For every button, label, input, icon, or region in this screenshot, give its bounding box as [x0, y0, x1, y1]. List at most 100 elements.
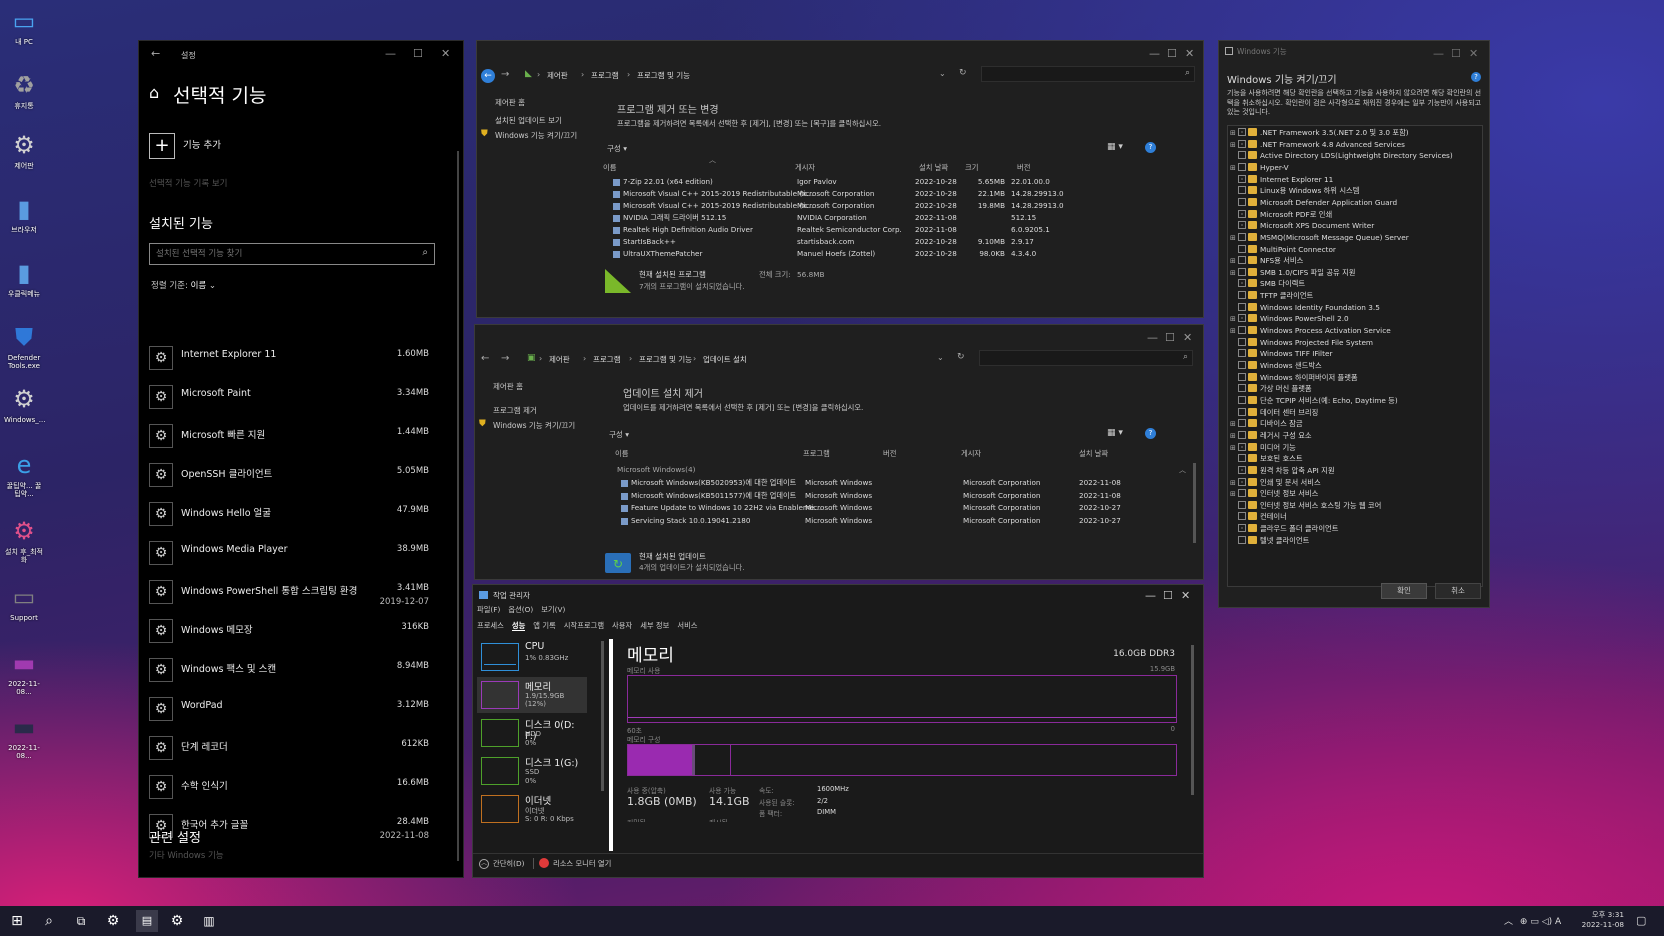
installed-feature-item[interactable]: ⚙ WordPad 3.12MB — [149, 692, 429, 726]
desktop-shortcut[interactable]: ⛊ Defender Tools.exe — [4, 322, 44, 370]
feature-checkbox[interactable] — [1238, 489, 1246, 498]
collapse-group-icon[interactable]: ︿ — [1179, 465, 1186, 475]
feature-item[interactable]: SMB 다이렉트 — [1230, 279, 1305, 290]
ime-indicator[interactable]: A — [1555, 917, 1561, 927]
expand-icon[interactable]: ⊞ — [1230, 141, 1238, 149]
control-panel-taskbar-icon[interactable]: ▤ — [136, 910, 158, 932]
expand-icon[interactable]: ⊞ — [1230, 257, 1238, 265]
feature-item[interactable]: Windows TIFF IFilter — [1230, 349, 1332, 360]
search-box[interactable]: ⌕ — [981, 66, 1195, 82]
feature-item[interactable]: ⊞ MSMQ(Microsoft Message Queue) Server — [1230, 232, 1409, 244]
feature-checkbox[interactable] — [1238, 186, 1246, 195]
feature-item[interactable]: 클라우드 폴더 클라이언트 — [1230, 524, 1338, 535]
feature-item[interactable]: 단순 TCPIP 서비스(예: Echo, Daytime 등) — [1230, 395, 1398, 407]
related-link[interactable]: 기타 Windows 기능 — [149, 849, 224, 861]
feature-checkbox[interactable] — [1238, 430, 1246, 439]
notification-icon[interactable]: ▢ — [1636, 914, 1646, 927]
feature-item[interactable]: Microsoft PDF로 인쇄 — [1230, 209, 1332, 221]
maximize-button[interactable]: ☐ — [413, 47, 423, 60]
feature-checkbox[interactable] — [1238, 524, 1246, 533]
feature-item[interactable]: Microsoft XPS Document Writer — [1230, 221, 1374, 232]
feature-checkbox[interactable] — [1238, 302, 1246, 311]
update-row[interactable]: Servicing Stack 10.0.19041.2180 Microsoft… — [621, 516, 1191, 528]
settings-gear-icon[interactable]: ⚙ — [104, 912, 122, 930]
feature-checkbox[interactable] — [1238, 174, 1246, 183]
tab[interactable]: 세부 정보 — [640, 621, 669, 630]
tab[interactable]: 프로세스 — [477, 621, 504, 630]
feature-checkbox[interactable] — [1238, 162, 1246, 171]
sidebar-view-updates[interactable]: 설치된 업데이트 보기 — [495, 115, 562, 126]
program-row[interactable]: NVIDIA 그래픽 드라이버 512.15 NVIDIA Corporation… — [613, 213, 1193, 225]
search-icon[interactable]: ⌕ — [40, 912, 58, 930]
update-row[interactable]: Feature Update to Windows 10 22H2 via En… — [621, 503, 1191, 515]
feature-checkbox[interactable] — [1238, 151, 1246, 160]
close-button[interactable]: ✕ — [1181, 589, 1190, 602]
program-row[interactable]: 7-Zip 22.01 (x64 edition) Igor Pavlov 2022… — [613, 177, 1193, 189]
installed-feature-item[interactable]: ⚙ 수학 인식기 16.6MB — [149, 770, 429, 804]
feature-checkbox[interactable] — [1238, 395, 1246, 404]
refresh-icon[interactable]: ↻ — [957, 352, 965, 362]
display-icon[interactable]: ▭ — [1530, 917, 1539, 927]
update-row[interactable]: Microsoft Windows(KB5011577)에 대한 업데이트 Mic… — [621, 491, 1191, 503]
column-header[interactable]: 버전 — [1017, 163, 1030, 173]
back-button[interactable]: ← — [481, 69, 495, 83]
installed-feature-item[interactable]: ⚙ Windows Media Player 38.9MB — [149, 536, 429, 570]
maximize-button[interactable]: ☐ — [1165, 331, 1175, 344]
address-bar[interactable]: ◣ › 제어판 › 프로그램 › 프로그램 및 기능 — [525, 69, 945, 83]
feature-item[interactable]: Internet Explorer 11 — [1230, 174, 1333, 186]
feature-checkbox[interactable] — [1238, 454, 1246, 463]
feature-item[interactable]: ⊞ SMB 1.0/CIFS 파일 공유 지원 — [1230, 267, 1356, 279]
back-icon[interactable]: ← — [151, 47, 160, 60]
feature-item[interactable]: ⊞ NFS용 서비스 — [1230, 256, 1303, 267]
column-header[interactable]: 이름 — [615, 449, 628, 459]
show-hidden-icons-icon[interactable]: ︿ — [1504, 917, 1513, 927]
program-row[interactable]: Realtek High Definition Audio Driver Real… — [613, 225, 1193, 237]
close-button[interactable]: ✕ — [1185, 47, 1194, 60]
program-row[interactable]: Microsoft Visual C++ 2015-2019 Redistrib… — [613, 201, 1193, 213]
feature-item[interactable]: ⊞ 인쇄 및 문서 서비스 — [1230, 477, 1321, 489]
feature-item[interactable]: MultiPoint Connector — [1230, 244, 1336, 256]
feature-checkbox[interactable] — [1238, 291, 1246, 300]
maximize-button[interactable]: ☐ — [1163, 589, 1173, 602]
feature-checkbox[interactable] — [1238, 419, 1246, 428]
installed-feature-item[interactable]: ⚙ Microsoft Paint 3.34MB — [149, 380, 429, 414]
feature-item[interactable]: ⊞ Windows PowerShell 2.0 — [1230, 314, 1349, 325]
minimize-button[interactable]: — — [1149, 47, 1160, 60]
desktop-shortcut[interactable]: ▭ Support — [4, 582, 44, 622]
feature-checkbox[interactable] — [1238, 221, 1246, 230]
breadcrumb-programs[interactable]: 프로그램 — [593, 354, 621, 365]
feature-checkbox[interactable] — [1238, 232, 1246, 241]
sidebar-home[interactable]: 제어판 홈 — [493, 381, 523, 392]
feature-item[interactable]: Active Directory LDS(Lightweight Directo… — [1230, 151, 1453, 162]
maximize-button[interactable]: ☐ — [1451, 47, 1461, 60]
feature-checkbox[interactable] — [1238, 465, 1246, 474]
menu-item[interactable]: 파일(F) — [477, 605, 500, 614]
refresh-icon[interactable]: ↻ — [959, 68, 967, 78]
feature-item[interactable]: 텔넷 클라이언트 — [1230, 535, 1309, 547]
installed-feature-item[interactable]: ⚙ Windows 메모장 316KB — [149, 614, 429, 648]
help-icon[interactable]: ? — [1471, 72, 1481, 82]
expand-icon[interactable]: ⊞ — [1230, 327, 1238, 335]
expand-icon[interactable]: ⊞ — [1230, 315, 1238, 323]
sidebar-home[interactable]: 제어판 홈 — [495, 97, 525, 108]
minimize-button[interactable]: — — [1433, 47, 1444, 60]
sidebar-windows-features[interactable]: Windows 기능 켜기/끄기 — [493, 420, 575, 431]
feature-item[interactable]: 컨테이너 — [1230, 512, 1287, 523]
column-header[interactable]: 크기 — [965, 163, 978, 173]
collapse-icon[interactable]: ︿ — [479, 859, 489, 869]
feature-checkbox[interactable] — [1238, 535, 1246, 544]
tab[interactable]: 시작프로그램 — [564, 621, 604, 630]
clock[interactable]: 오후 3:31 2022-11-08 — [1578, 910, 1624, 930]
cancel-button[interactable]: 취소 — [1435, 583, 1481, 599]
breadcrumb-programs-features[interactable]: 프로그램 및 기능 — [637, 70, 690, 81]
feature-checkbox[interactable] — [1238, 349, 1246, 358]
expand-icon[interactable]: ⊞ — [1230, 420, 1238, 428]
network-icon[interactable]: ⊕ — [1520, 917, 1528, 927]
column-header[interactable]: 설치 날짜 — [919, 163, 948, 173]
organize-button[interactable]: 구성 ▾ — [607, 143, 627, 154]
speaker-icon[interactable]: ◁) — [1542, 917, 1552, 927]
feature-item[interactable]: 보호된 호스트 — [1230, 454, 1303, 465]
desktop-shortcut[interactable]: ▭ 내 PC — [4, 6, 44, 46]
resource-item[interactable]: CPU 1% 0.83GHz — [477, 639, 587, 675]
feature-checkbox[interactable] — [1238, 407, 1246, 416]
